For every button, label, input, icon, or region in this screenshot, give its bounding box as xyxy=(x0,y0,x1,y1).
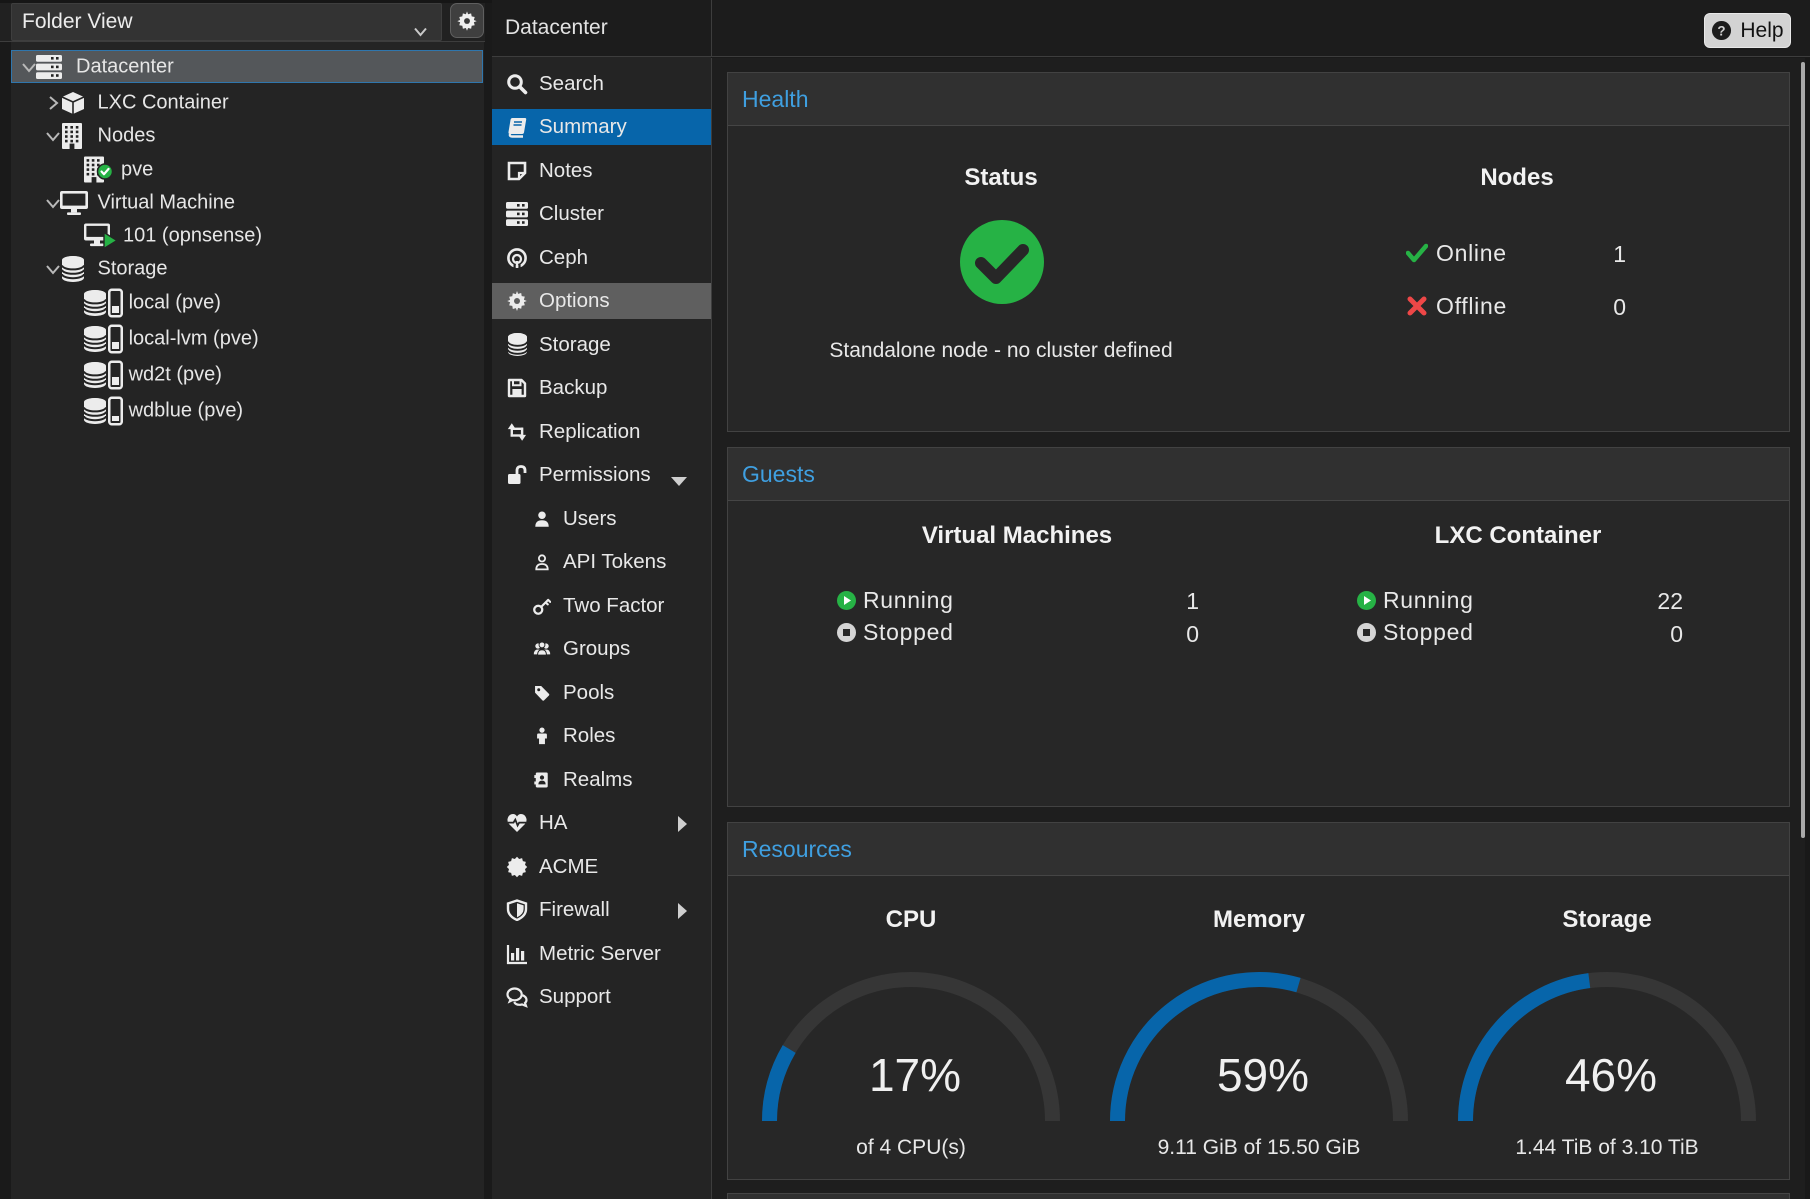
svg-text:?: ? xyxy=(1718,23,1726,38)
